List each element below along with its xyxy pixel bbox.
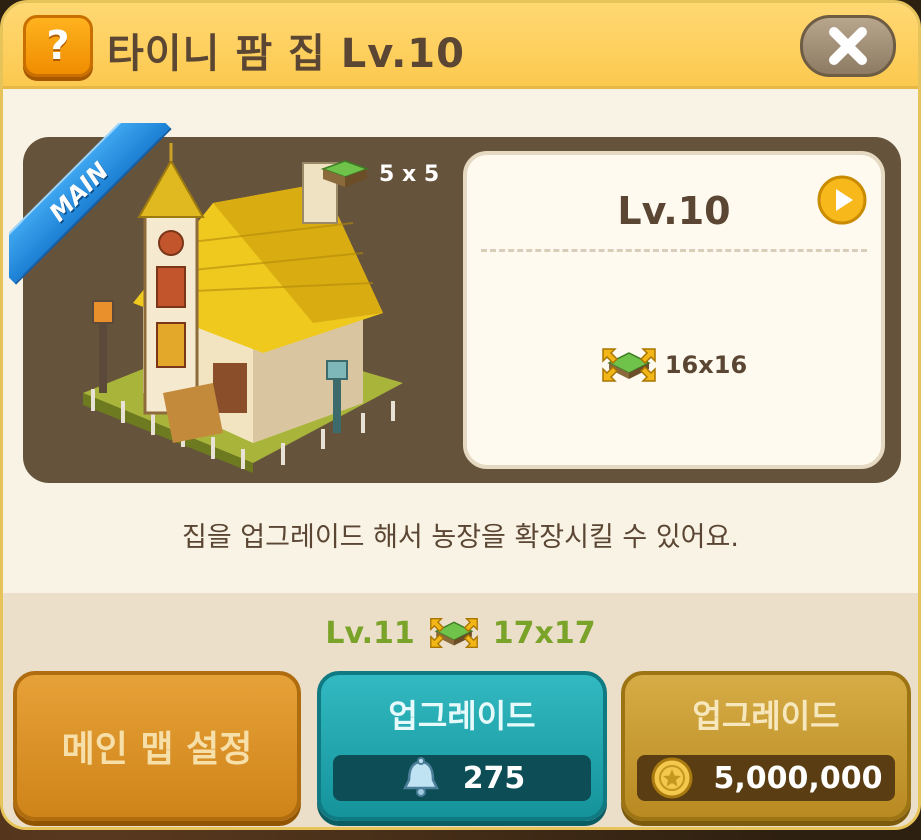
next-level-info: Lv.11 17x17 (3, 615, 918, 651)
help-button[interactable]: ? (23, 15, 93, 77)
play-icon[interactable] (817, 175, 867, 225)
upgrade-with-coins-button[interactable]: 업그레이드 5,000,000 (621, 671, 911, 821)
dialog-header: ? 타이니 팜 집 Lv.10 (3, 3, 918, 89)
close-button[interactable] (800, 15, 896, 77)
bell-icon (402, 757, 439, 797)
bell-cost-value: 275 (462, 760, 526, 796)
coin-cost-value: 5,000,000 (713, 760, 883, 796)
upgrade-with-bells-button[interactable]: 업그레이드 275 (317, 671, 607, 821)
close-icon (829, 27, 867, 65)
house-upgrade-dialog: ? 타이니 팜 집 Lv.10 MAIN 5 x 5 Lv.10 16x16 집… (0, 0, 921, 830)
coin-cost: 5,000,000 (637, 755, 895, 801)
farm-expand-icon (429, 618, 478, 648)
current-level-card: Lv.10 16x16 (463, 151, 885, 469)
upgrade-description: 집을 업그레이드 해서 농장을 확장시킬 수 있어요. (182, 522, 739, 553)
next-farm-size-label: 17x17 (492, 615, 596, 651)
help-icon: ? (46, 23, 70, 69)
level-card-divider (481, 249, 867, 252)
building-size-label: 5 x 5 (379, 161, 440, 187)
next-level-label: Lv.11 (325, 615, 415, 651)
set-main-map-label: 메인 맵 설정 (61, 729, 253, 770)
land-tile-icon (321, 160, 369, 187)
current-farm-size-label: 16x16 (664, 351, 748, 379)
dialog-title: 타이니 팜 집 Lv.10 (107, 31, 465, 77)
coin-icon (651, 757, 693, 799)
upgrade-with-coins-label: 업그레이드 (692, 697, 840, 735)
upgrade-with-bells-label: 업그레이드 (388, 697, 536, 735)
current-farm-size: 16x16 (467, 345, 881, 385)
bell-cost: 275 (333, 755, 591, 801)
building-size: 5 x 5 (321, 159, 439, 189)
farm-expand-icon (602, 348, 656, 382)
building-info-panel: MAIN 5 x 5 Lv.10 16x16 (9, 123, 901, 483)
upgrade-section: Lv.11 17x17 메인 맵 설정 업그레이드 275 업그레이드 5,00… (3, 593, 918, 827)
set-main-map-button[interactable]: 메인 맵 설정 (13, 671, 301, 821)
main-ribbon: MAIN (9, 123, 179, 293)
main-ribbon-label: MAIN (9, 123, 172, 285)
